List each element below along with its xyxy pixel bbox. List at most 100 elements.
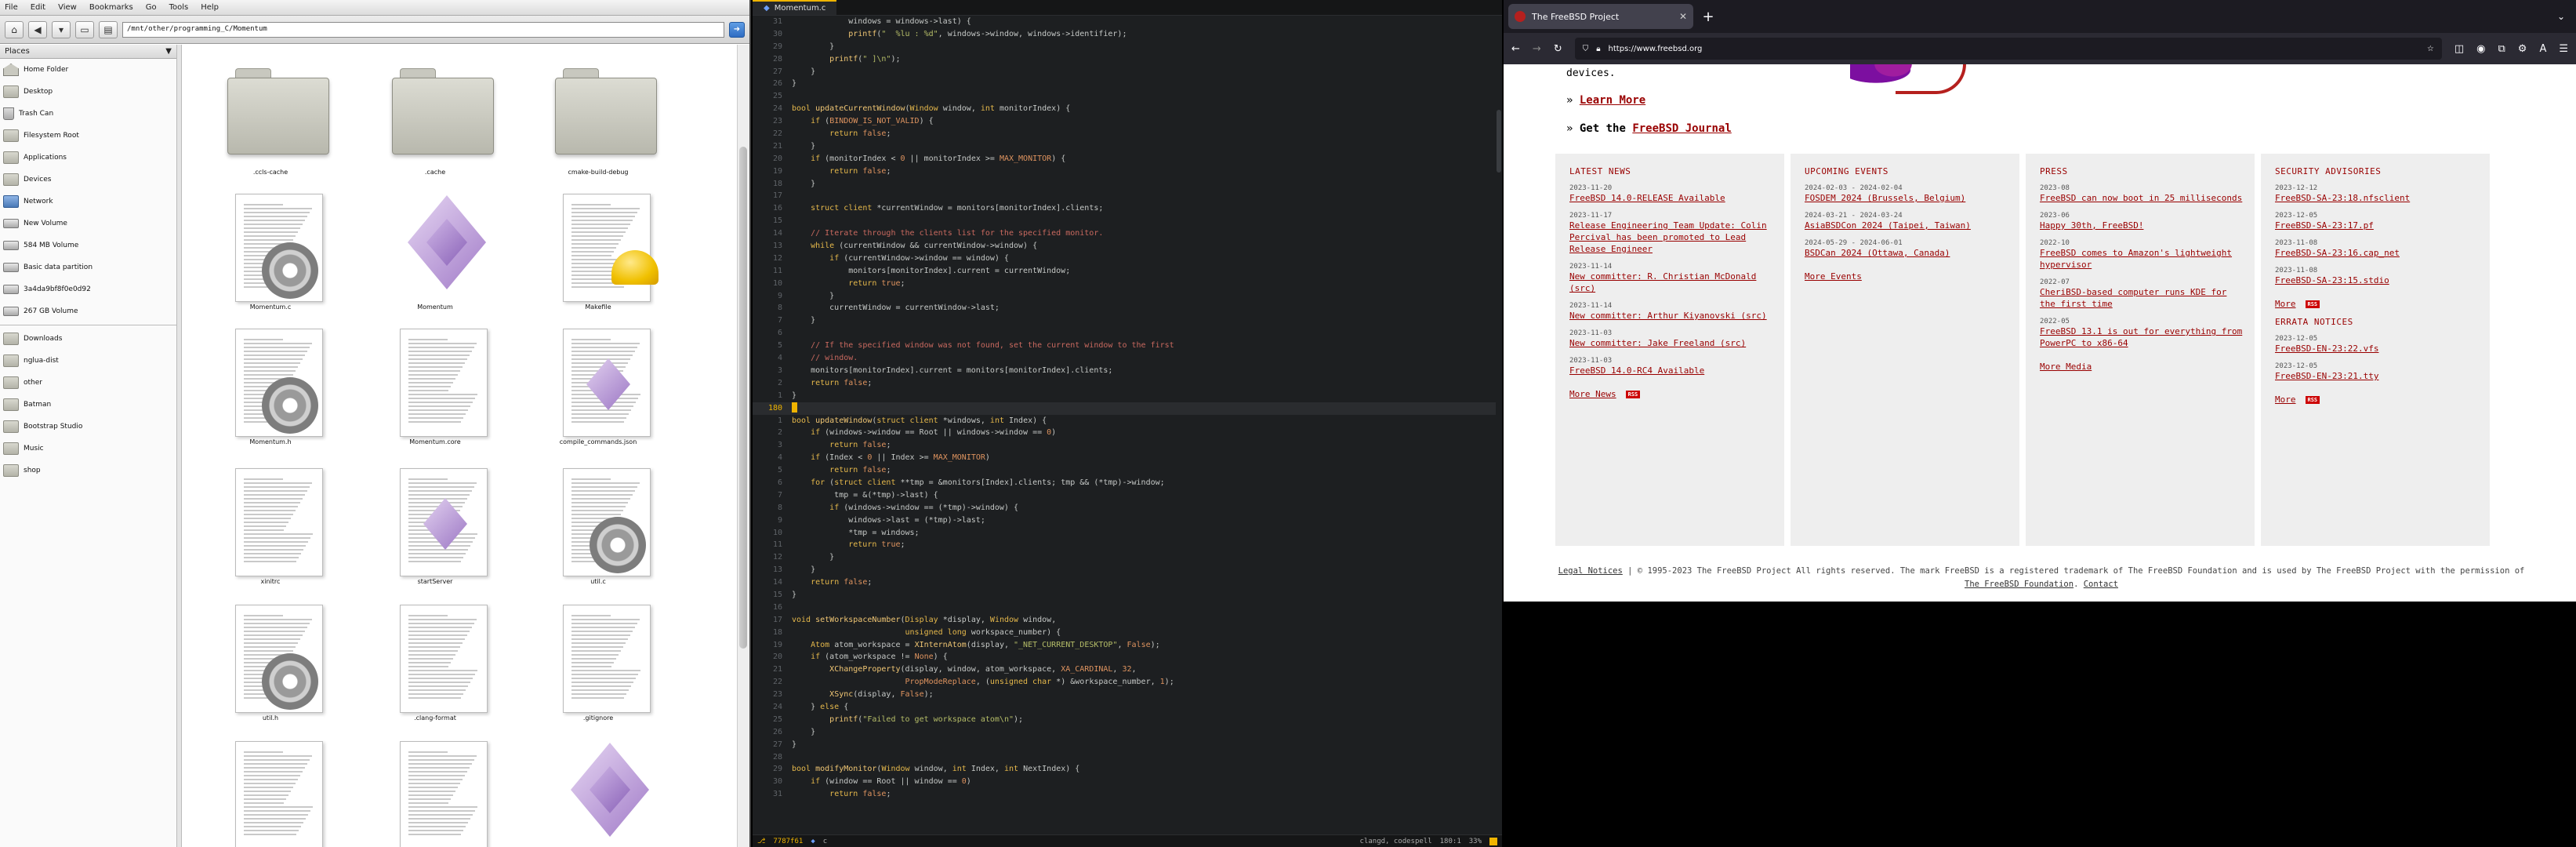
rss-icon[interactable]: RSS [2305, 395, 2320, 404]
code-line[interactable]: 15} [753, 589, 1502, 602]
legal-notices-link[interactable]: Legal Notices [1558, 566, 1623, 576]
pocket-icon[interactable]: ◫ [2454, 43, 2464, 55]
menu-tools[interactable]: Tools [169, 3, 189, 12]
code-line[interactable]: 22 return false; [753, 128, 1502, 140]
bookmark-item-other[interactable]: other [0, 372, 176, 394]
code-line[interactable]: 27} [753, 739, 1502, 751]
view-toggle-button[interactable]: ▤ [99, 20, 118, 38]
code-line[interactable]: 1} [753, 390, 1502, 402]
code-line[interactable]: 5 return false; [753, 464, 1502, 477]
more-link[interactable]: More Events [1805, 271, 1862, 282]
code-line[interactable]: 22 PropModeReplace, (unsigned char *) &w… [753, 676, 1502, 689]
code-line[interactable]: 12 if (currentWindow->window == window) … [753, 253, 1502, 265]
file-item[interactable]: xinitrc [204, 462, 337, 595]
file-item[interactable] [532, 735, 665, 847]
bookmark-item-music[interactable]: Music [0, 438, 176, 460]
history-dropdown-icon[interactable]: ▾ [52, 20, 71, 38]
scrollbar-thumb[interactable] [739, 147, 747, 649]
code-line[interactable]: 17 [753, 190, 1502, 202]
code-line[interactable]: 31 windows = windows->last) { [753, 16, 1502, 28]
menu-file[interactable]: File [5, 3, 18, 12]
code-line[interactable]: 28 [753, 751, 1502, 764]
settings-gear-icon[interactable]: ⚙ [2518, 43, 2527, 55]
entry-link[interactable]: New committer: Jake Freeland (src) [1569, 337, 1773, 349]
code-line[interactable]: 21 XChangeProperty(display, window, atom… [753, 663, 1502, 676]
code-line[interactable]: 3 return false; [753, 439, 1502, 452]
entry-link[interactable]: FreeBSD-SA-23:17.pf [2275, 220, 2479, 231]
contact-link[interactable]: Contact [2084, 580, 2118, 589]
bookmark-item-bootstrap-studio[interactable]: Bootstrap Studio [0, 416, 176, 438]
file-item[interactable]: util.c [532, 462, 665, 595]
journal-link[interactable]: FreeBSD Journal [1632, 122, 1731, 135]
file-item[interactable]: .clang-format [368, 598, 502, 732]
code-line[interactable]: 8 if (windows->window == (*tmp)->window)… [753, 502, 1502, 514]
editor-scrollbar[interactable] [1496, 16, 1502, 834]
code-line[interactable]: 4 if (Index < 0 || Index >= MAX_MONITOR) [753, 452, 1502, 464]
close-tab-icon[interactable]: ✕ [1679, 11, 1687, 22]
entry-link[interactable]: New committer: Arthur Kiyanovski (src) [1569, 310, 1773, 322]
sidebar-item-home-folder[interactable]: Home Folder [0, 59, 176, 81]
forward-arrow-icon[interactable]: → [1533, 43, 1541, 55]
code-line[interactable]: 16 [753, 602, 1502, 614]
sidebar-item-filesystem-root[interactable]: Filesystem Root [0, 125, 176, 147]
code-line[interactable]: 9 } [753, 290, 1502, 303]
entry-link[interactable]: FreeBSD-SA-23:18.nfsclient [2275, 192, 2479, 204]
sidebar-item-new-volume[interactable]: New Volume [0, 213, 176, 234]
file-grid-scrollbar[interactable] [737, 45, 749, 847]
code-line[interactable]: 23 XSync(display, False); [753, 689, 1502, 701]
code-line[interactable]: 2 if (windows->window == Root || windows… [753, 427, 1502, 439]
entry-link[interactable]: FreeBSD can now boot in 25 milliseconds [2040, 192, 2244, 204]
bookmark-item-downloads[interactable]: Downloads [0, 328, 176, 350]
path-input[interactable]: /mnt/other/programming_C/Momentum [122, 21, 724, 38]
code-line[interactable]: 11 monitors[monitorIndex].current = curr… [753, 265, 1502, 278]
sidebar-item-267-gb-volume[interactable]: 267 GB Volume [0, 300, 176, 322]
code-line[interactable]: 18 } [753, 178, 1502, 191]
browser-tab[interactable]: The FreeBSD Project ✕ [1508, 4, 1693, 29]
code-line[interactable]: 29 bool modifyMonitor(Window window, int … [753, 763, 1502, 776]
code-line[interactable]: 25 printf("Failed to get workspace atom\… [753, 714, 1502, 726]
rss-icon[interactable]: RSS [1625, 390, 1641, 398]
entry-link[interactable]: BSDCan 2024 (Ottawa, Canada) [1805, 247, 2008, 259]
more-link[interactable]: More News [1569, 389, 1616, 399]
file-item[interactable] [368, 735, 502, 847]
code-line[interactable]: 7 tmp = &(*tmp)->last) { [753, 489, 1502, 502]
file-item[interactable]: .ccls-cache [204, 53, 337, 186]
code-line[interactable]: 28 printf(" ]\n"); [753, 53, 1502, 66]
code-line[interactable]: 30 printf(" %lu : %d", windows->window, … [753, 28, 1502, 41]
entry-link[interactable]: FreeBSD 13.1 is out for everything from … [2040, 325, 2244, 349]
sidebar-item-trash-can[interactable]: Trash Can [0, 103, 176, 125]
code-line[interactable]: 6 [753, 327, 1502, 340]
file-item[interactable]: Momentum.core [368, 322, 502, 456]
file-item[interactable]: .gitignore [532, 598, 665, 732]
new-folder-button[interactable]: ▭ [75, 20, 94, 38]
code-line[interactable]: 27 } [753, 66, 1502, 78]
menu-bookmarks[interactable]: Bookmarks [89, 3, 133, 12]
code-line[interactable]: 5 // If the specified window was not fou… [753, 340, 1502, 352]
file-item[interactable] [204, 735, 337, 847]
code-line[interactable]: 20 if (atom_workspace != None) { [753, 651, 1502, 663]
file-item[interactable]: compile_commands.json [532, 322, 665, 456]
code-line[interactable]: 23 if (BINDOW_IS_NOT_VALID) { [753, 115, 1502, 128]
sidebar-item-applications[interactable]: Applications [0, 147, 176, 169]
places-header[interactable]: Places ▼ [0, 45, 176, 59]
menu-help[interactable]: Help [201, 3, 219, 12]
code-line[interactable]: 1 bool updateWindow(struct client *window… [753, 415, 1502, 427]
entry-link[interactable]: FreeBSD-SA-23:15.stdio [2275, 274, 2479, 286]
code-line[interactable]: 29 } [753, 41, 1502, 53]
entry-link[interactable]: FreeBSD 14.0-RELEASE Available [1569, 192, 1773, 204]
url-text[interactable]: https://www.freebsd.org [1609, 45, 1703, 53]
code-line[interactable]: 14 // Iterate through the clients list f… [753, 227, 1502, 240]
code-line[interactable]: 8 currentWindow = currentWindow->last; [753, 302, 1502, 314]
lock-icon[interactable]: 🔒︎ [1596, 45, 1600, 53]
entry-link[interactable]: FreeBSD-SA-23:16.cap_net [2275, 247, 2479, 259]
code-line[interactable]: 2 return false; [753, 377, 1502, 390]
chevron-down-icon[interactable]: ▼ [165, 47, 172, 56]
code-line[interactable]: 21 } [753, 140, 1502, 153]
entry-link[interactable]: Happy 30th, FreeBSD! [2040, 220, 2244, 231]
rss-icon[interactable]: RSS [2305, 300, 2320, 308]
back-arrow-icon[interactable]: ← [1511, 43, 1520, 55]
code-line[interactable]: 15 [753, 215, 1502, 227]
url-bar[interactable]: ⛉ 🔒︎ https://www.freebsd.org ☆ [1574, 38, 2442, 60]
code-line[interactable]: 180 [753, 402, 1502, 415]
code-line[interactable]: 19 return false; [753, 165, 1502, 178]
